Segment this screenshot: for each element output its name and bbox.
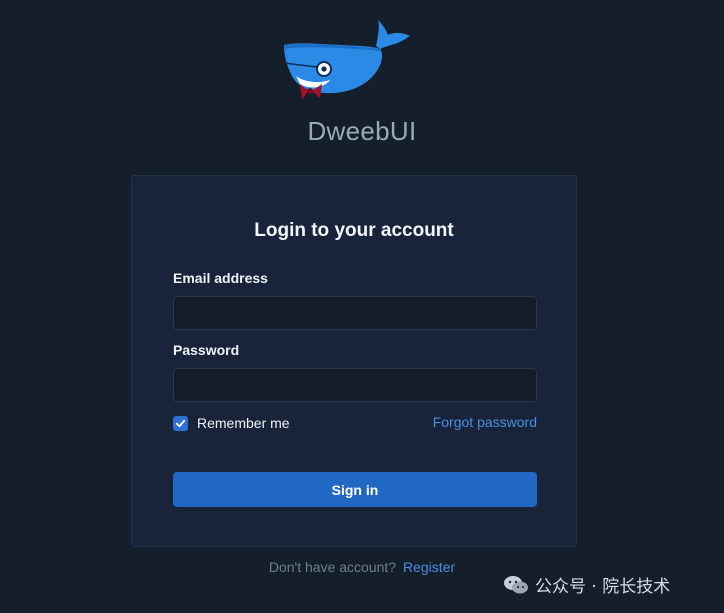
register-prompt-text: Don't have account? (268, 559, 397, 575)
password-label: Password (173, 342, 240, 358)
email-label: Email address (173, 270, 268, 286)
checkmark-icon (175, 419, 186, 427)
watermark-text: 公众号 · 院长技术 (535, 577, 671, 597)
remember-me-label: Remember me (197, 415, 290, 431)
forgot-password-link[interactable]: Forgot password (433, 414, 537, 430)
remember-me-toggle[interactable]: Remember me (173, 415, 290, 431)
app-name: DweebUI (307, 116, 417, 146)
wechat-icon (504, 575, 528, 593)
whale-logo-icon (283, 20, 410, 100)
login-title: Login to your account (254, 220, 454, 241)
password-field[interactable] (173, 368, 537, 402)
register-link[interactable]: Register (403, 559, 455, 575)
remember-me-checkbox[interactable] (173, 415, 188, 431)
email-field[interactable] (173, 296, 537, 330)
watermark: 公众号 · 院长技术 (503, 572, 670, 597)
login-card: Login to your account Email address Pass… (131, 175, 577, 547)
sign-in-button[interactable]: Sign in (173, 472, 537, 507)
